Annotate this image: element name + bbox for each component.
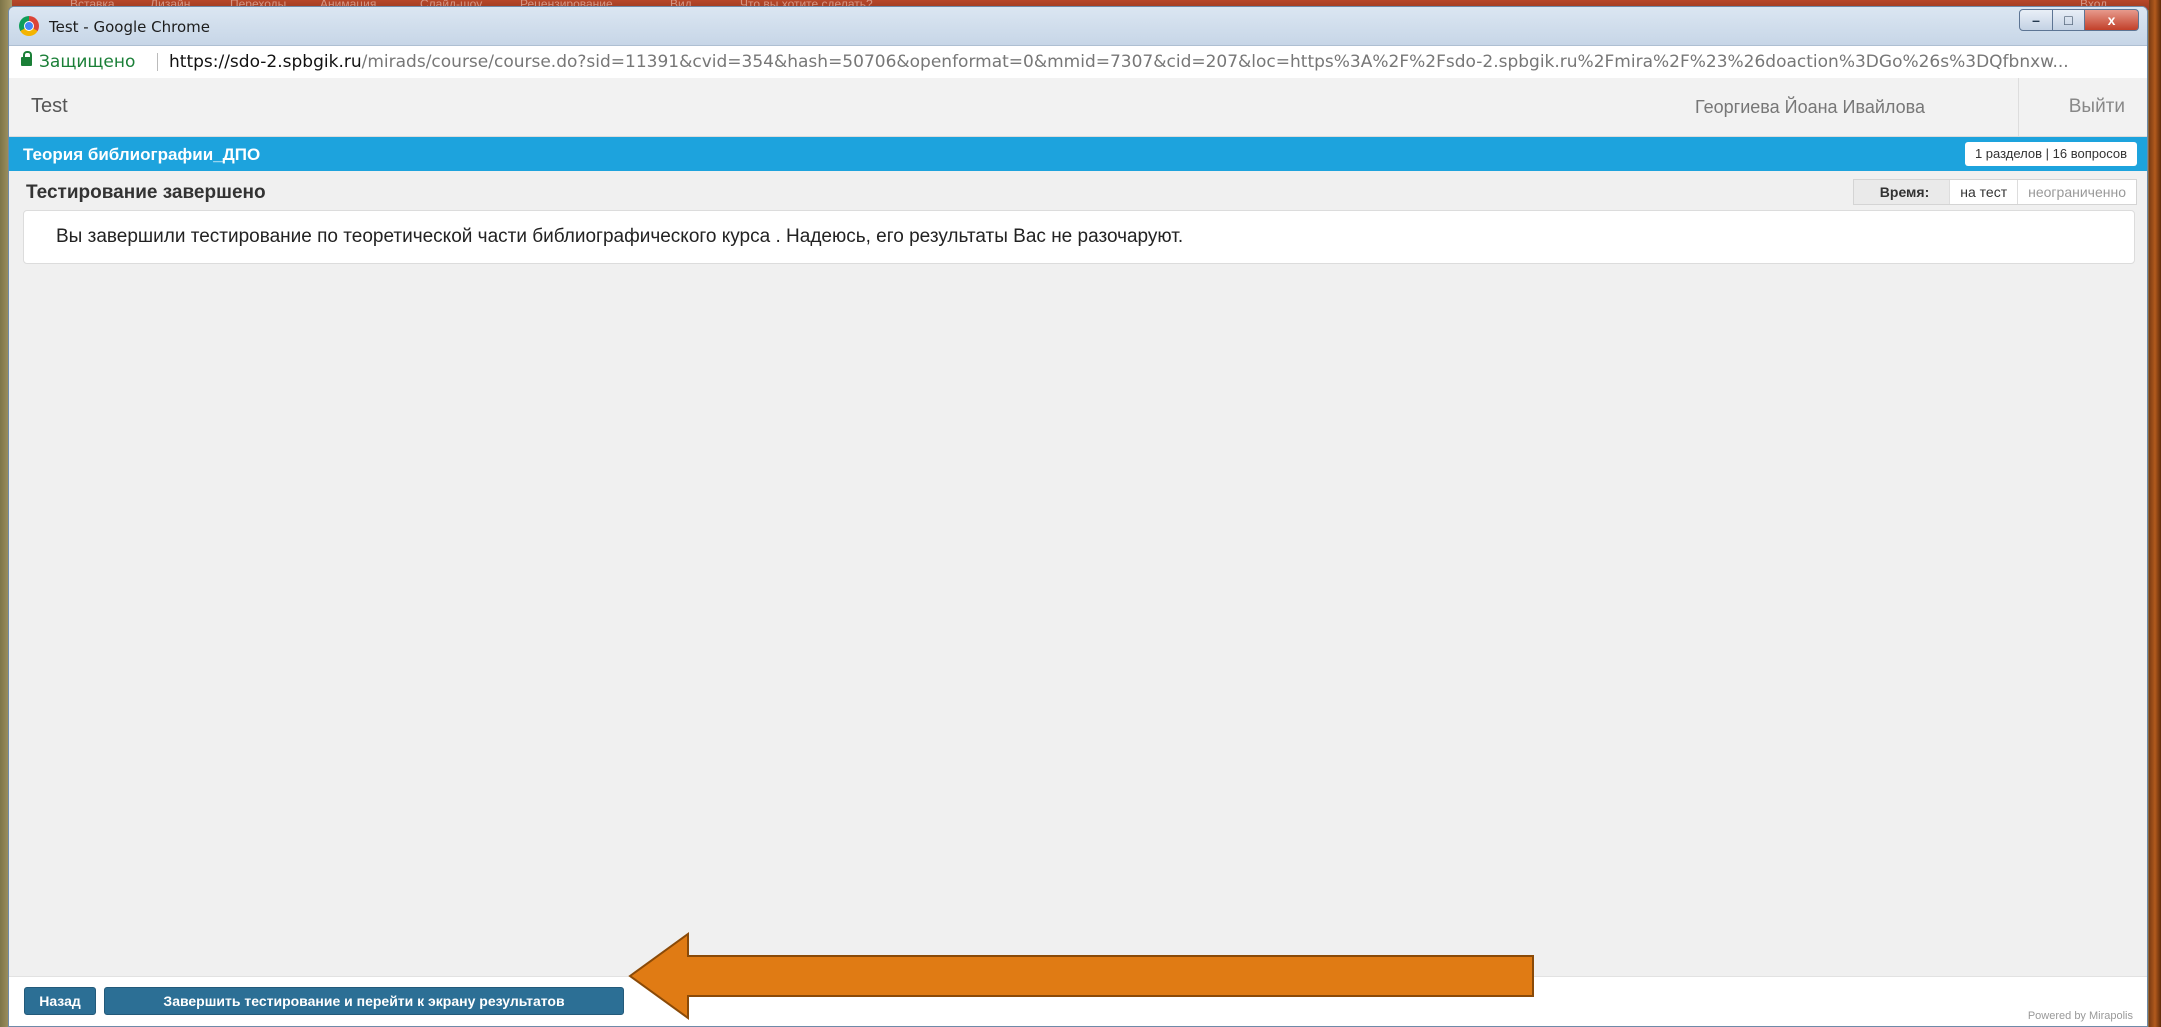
app-header: Test Георгиева Йоана Ивайлова Выйти: [9, 78, 2147, 137]
powered-by: Powered by Mirapolis: [2027, 1010, 2133, 1022]
status-bar: Тестирование завершено Время: на тест не…: [9, 171, 2147, 211]
secure-label: Защищено: [39, 52, 136, 72]
url-text[interactable]: https://sdo-2.spbgik.ru/mirads/course/co…: [169, 46, 2069, 78]
time-indicator: Время: на тест неограниченно: [1852, 179, 2137, 205]
header-divider: [2018, 78, 2019, 136]
window-title: Test - Google Chrome: [49, 18, 210, 36]
url-host: https://sdo-2.spbgik.ru: [169, 52, 362, 72]
address-bar[interactable]: Защищено https://sdo-2.spbgik.ru/mirads/…: [9, 45, 2147, 79]
user-name: Георгиева Йоана Ивайлова: [1695, 97, 1925, 117]
page-title: Тестирование завершено: [26, 182, 266, 203]
completion-message-box: Вы завершили тестирование по теоретическ…: [23, 210, 2135, 264]
background-right-edge: [2149, 0, 2161, 1027]
chrome-logo-icon: [19, 16, 39, 36]
time-scope: на тест: [1949, 180, 2019, 204]
browser-window: Test - Google Chrome – □ x Защищено http…: [8, 6, 2148, 1027]
url-path: /mirads/course/course.do?sid=11391&cvid=…: [361, 52, 2069, 72]
window-controls: – □ x: [2019, 9, 2139, 31]
back-button[interactable]: Назад: [24, 987, 96, 1015]
maximize-button[interactable]: □: [2053, 9, 2085, 31]
address-divider: [157, 53, 158, 71]
lock-icon: [21, 51, 32, 66]
arrow-annotation-icon: [628, 932, 1534, 1020]
completion-message: Вы завершили тестирование по теоретическ…: [56, 226, 1184, 247]
window-titlebar[interactable]: Test - Google Chrome – □ x: [9, 7, 2147, 45]
minimize-button[interactable]: –: [2019, 9, 2053, 31]
close-button[interactable]: x: [2085, 9, 2139, 31]
course-summary-badge: 1 разделов | 16 вопросов: [1964, 142, 2137, 166]
finish-test-button[interactable]: Завершить тестирование и перейти к экран…: [104, 987, 624, 1015]
course-bar: Теория библиографии_ДПО 1 разделов | 16 …: [9, 137, 2147, 171]
course-title: Теория библиографии_ДПО: [23, 145, 261, 164]
app-content: Test Георгиева Йоана Ивайлова Выйти Теор…: [9, 78, 2147, 1026]
time-label: Время:: [1853, 180, 1950, 204]
time-value: неограниченно: [2028, 184, 2126, 200]
logout-link[interactable]: Выйти: [2069, 96, 2125, 118]
app-title: Test: [31, 95, 68, 117]
